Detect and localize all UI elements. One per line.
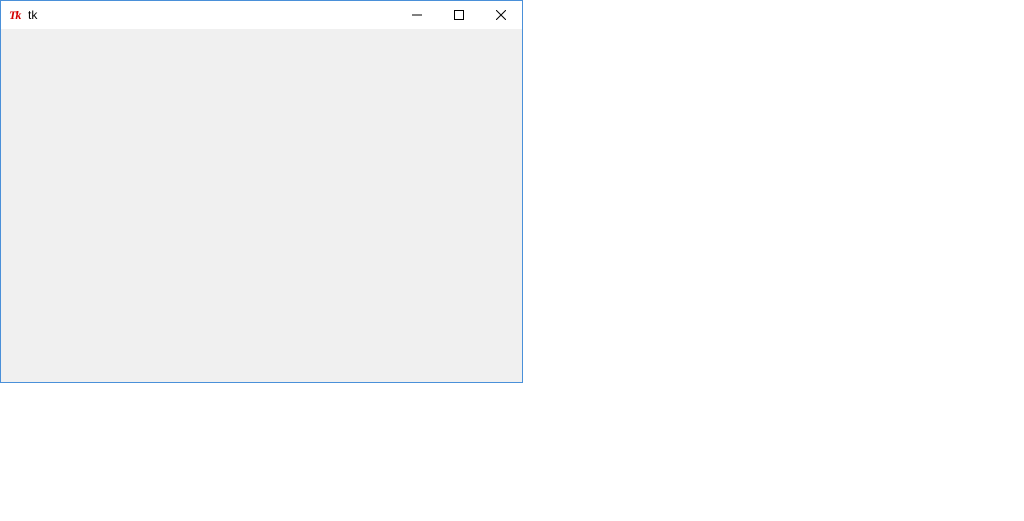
close-button[interactable]: [480, 1, 522, 29]
window-title: tk: [28, 8, 38, 22]
tk-app-icon: Tk: [9, 8, 21, 22]
close-icon: [496, 10, 506, 20]
maximize-icon: [454, 10, 464, 20]
tk-window: Tk tk: [0, 0, 523, 383]
window-client-area: [1, 29, 522, 382]
minimize-button[interactable]: [396, 1, 438, 29]
maximize-button[interactable]: [438, 1, 480, 29]
title-bar[interactable]: Tk tk: [1, 1, 522, 29]
minimize-icon: [412, 14, 422, 16]
